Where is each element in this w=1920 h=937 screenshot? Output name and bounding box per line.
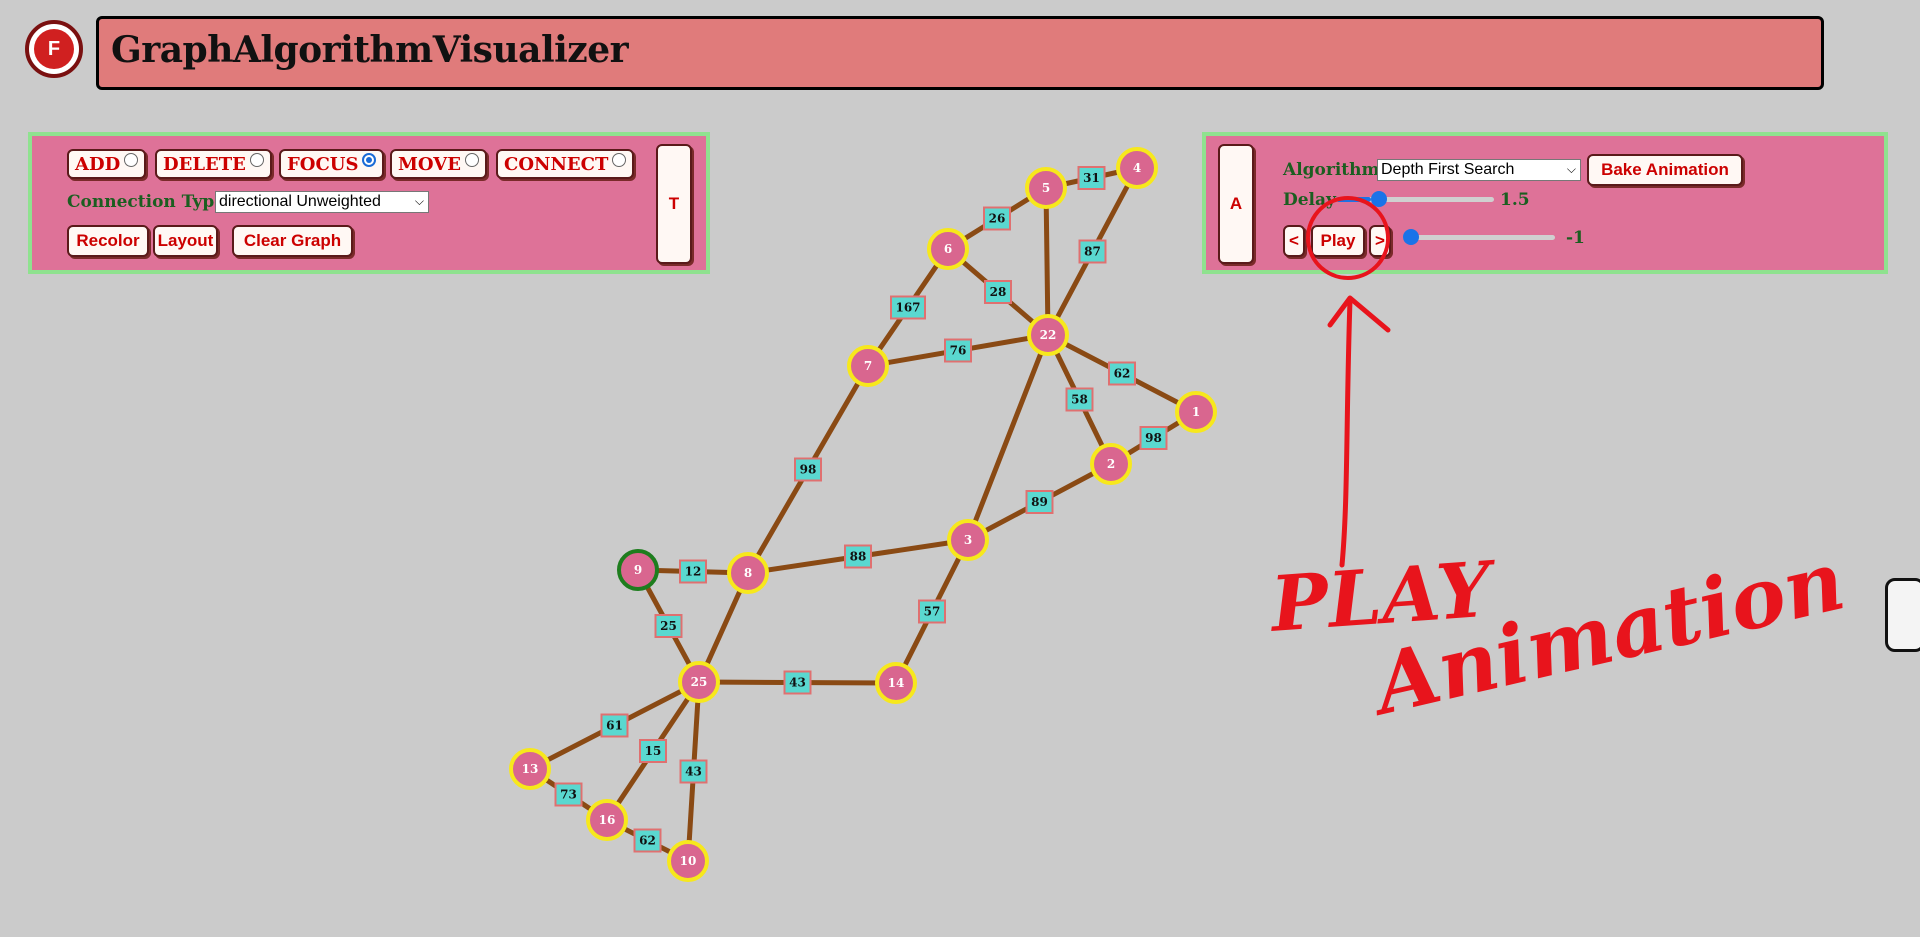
annotation-overlay (1306, 196, 1391, 568)
side-scroll-handle[interactable] (1885, 578, 1920, 652)
arrow-shaft-annotation (1339, 297, 1353, 568)
arrow-head-annotation (1327, 295, 1391, 333)
play-circle-annotation (1306, 196, 1390, 280)
